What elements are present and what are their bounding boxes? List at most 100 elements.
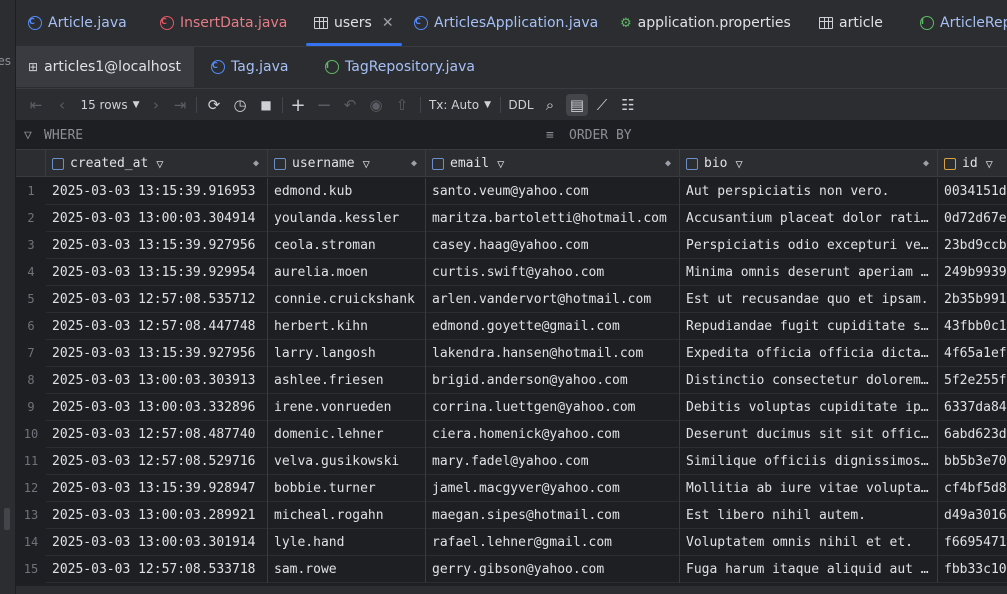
horizontal-scrollbar[interactable] bbox=[16, 586, 1007, 594]
table-cell-id[interactable]: 6337da84 bbox=[938, 394, 1007, 421]
table-cell-username[interactable]: connie.cruickshank bbox=[268, 286, 426, 313]
revert-icon[interactable]: ↶ bbox=[340, 89, 360, 121]
tab-articlesapplication-java[interactable]: C ArticlesApplication.java bbox=[414, 0, 598, 46]
filter-icon[interactable]: ▽ bbox=[363, 157, 370, 171]
table-cell-username[interactable]: bobbie.turner bbox=[268, 475, 426, 502]
filter-icon[interactable]: ▽ bbox=[986, 157, 993, 171]
table-cell-email[interactable]: ciera.homenick@yahoo.com bbox=[426, 421, 680, 448]
table-cell-created-at[interactable]: 2025-03-03 13:00:03.304914 bbox=[46, 205, 268, 232]
table-cell-created-at[interactable]: 2025-03-03 13:00:03.301914 bbox=[46, 529, 268, 556]
table-cell-bio[interactable]: Aut perspiciatis non vero. bbox=[680, 178, 938, 205]
previous-page-icon[interactable]: ‹ bbox=[52, 89, 72, 121]
table-cell-username[interactable]: domenic.lehner bbox=[268, 421, 426, 448]
last-page-icon[interactable]: ⇥ bbox=[170, 89, 190, 121]
first-page-icon[interactable]: ⇤ bbox=[26, 89, 46, 121]
column-header-username[interactable]: username ▽ ◆ bbox=[268, 150, 426, 177]
table-cell-bio[interactable]: Perspiciatis odio excepturi ve… bbox=[680, 232, 938, 259]
sort-icon[interactable]: ◆ bbox=[665, 158, 671, 169]
table-cell-id[interactable]: cf4bf5d8 bbox=[938, 475, 1007, 502]
order-by-input[interactable]: ORDER BY bbox=[569, 128, 632, 143]
table-cell-username[interactable]: larry.langosh bbox=[268, 340, 426, 367]
table-cell-username[interactable]: edmond.kub bbox=[268, 178, 426, 205]
table-cell-username[interactable]: herbert.kihn bbox=[268, 313, 426, 340]
table-cell-bio[interactable]: Voluptatem omnis nihil et et. bbox=[680, 529, 938, 556]
tab-tagrepository-java[interactable]: I TagRepository.java bbox=[325, 47, 475, 87]
table-cell-created-at[interactable]: 2025-03-03 12:57:08.487740 bbox=[46, 421, 268, 448]
table-cell-id[interactable]: 6abd623d bbox=[938, 421, 1007, 448]
view-mode-icon[interactable]: ▤ bbox=[566, 94, 588, 116]
table-cell-id[interactable]: 0d72d67e bbox=[938, 205, 1007, 232]
table-cell-email[interactable]: rafael.lehner@gmail.com bbox=[426, 529, 680, 556]
table-cell-created-at[interactable]: 2025-03-03 13:15:39.927956 bbox=[46, 340, 268, 367]
table-cell-bio[interactable]: Repudiandae fugit cupiditate s… bbox=[680, 313, 938, 340]
table-cell-created-at[interactable]: 2025-03-03 12:57:08.535712 bbox=[46, 286, 268, 313]
table-cell-username[interactable]: velva.gusikowski bbox=[268, 448, 426, 475]
ddl-button[interactable]: DDL bbox=[506, 89, 536, 121]
table-cell-username[interactable]: ashlee.friesen bbox=[268, 367, 426, 394]
table-row[interactable]: 14 2025-03-03 13:00:03.301914 lyle.hand raf… bbox=[16, 529, 1007, 556]
table-cell-created-at[interactable]: 2025-03-03 13:00:03.332896 bbox=[46, 394, 268, 421]
filter-icon[interactable]: ▽ bbox=[497, 157, 504, 171]
table-cell-bio[interactable]: Minima omnis deserunt aperiam … bbox=[680, 259, 938, 286]
sort-icon[interactable]: ◆ bbox=[923, 158, 929, 169]
settings-icon[interactable]: ☷ bbox=[618, 89, 638, 121]
where-filter-input[interactable]: WHERE bbox=[44, 128, 83, 143]
sort-icon[interactable]: ◆ bbox=[253, 158, 259, 169]
table-cell-email[interactable]: corrina.luettgen@yahoo.com bbox=[426, 394, 680, 421]
stop-icon[interactable]: ■ bbox=[256, 89, 276, 121]
table-row[interactable]: 2 2025-03-03 13:00:03.304914 youlanda.kess… bbox=[16, 205, 1007, 232]
table-cell-id[interactable]: d49a3016 bbox=[938, 502, 1007, 529]
table-row[interactable]: 5 2025-03-03 12:57:08.535712 connie.cruick… bbox=[16, 286, 1007, 313]
table-cell-bio[interactable]: Mollitia ab iure vitae volupta… bbox=[680, 475, 938, 502]
table-cell-bio[interactable]: Est libero nihil autem. bbox=[680, 502, 938, 529]
table-cell-id[interactable]: 2b35b991 bbox=[938, 286, 1007, 313]
column-header-bio[interactable]: bio ▽ ◆ bbox=[680, 150, 938, 177]
table-row[interactable]: 3 2025-03-03 13:15:39.927956 ceola.stroman… bbox=[16, 232, 1007, 259]
table-row[interactable]: 4 2025-03-03 13:15:39.929954 aurelia.moen c… bbox=[16, 259, 1007, 286]
table-cell-bio[interactable]: Fuga harum itaque aliquid aut … bbox=[680, 556, 938, 583]
table-cell-email[interactable]: mary.fadel@yahoo.com bbox=[426, 448, 680, 475]
delete-row-icon[interactable]: − bbox=[314, 89, 334, 121]
table-cell-email[interactable]: arlen.vandervort@hotmail.com bbox=[426, 286, 680, 313]
table-row[interactable]: 11 2025-03-03 12:57:08.529716 velva.gusiko… bbox=[16, 448, 1007, 475]
table-cell-created-at[interactable]: 2025-03-03 13:00:03.289921 bbox=[46, 502, 268, 529]
table-cell-bio[interactable]: Accusantium placeat dolor rati… bbox=[680, 205, 938, 232]
table-row[interactable]: 8 2025-03-03 13:00:03.303913 ashlee.friese… bbox=[16, 367, 1007, 394]
table-cell-created-at[interactable]: 2025-03-03 12:57:08.533718 bbox=[46, 556, 268, 583]
table-cell-id[interactable]: 249b9939 bbox=[938, 259, 1007, 286]
tab-article[interactable]: article bbox=[819, 0, 883, 46]
table-cell-id[interactable]: 4f65a1ef bbox=[938, 340, 1007, 367]
table-row[interactable]: 10 2025-03-03 12:57:08.487740 domenic.lehn… bbox=[16, 421, 1007, 448]
table-cell-email[interactable]: jamel.macgyver@yahoo.com bbox=[426, 475, 680, 502]
table-cell-created-at[interactable]: 2025-03-03 13:15:39.916953 bbox=[46, 178, 268, 205]
refresh-icon[interactable]: ⟳ bbox=[204, 89, 224, 121]
tab-tag-java[interactable]: C Tag.java bbox=[211, 47, 288, 87]
table-cell-bio[interactable]: Deserunt ducimus sit sit offic… bbox=[680, 421, 938, 448]
sort-icon[interactable]: ◆ bbox=[411, 158, 417, 169]
table-cell-id[interactable]: 0034151d bbox=[938, 178, 1007, 205]
table-cell-username[interactable]: ceola.stroman bbox=[268, 232, 426, 259]
scroll-handle[interactable] bbox=[4, 508, 10, 530]
table-cell-email[interactable]: maritza.bartoletti@hotmail.com bbox=[426, 205, 680, 232]
table-cell-email[interactable]: santo.veum@yahoo.com bbox=[426, 178, 680, 205]
table-cell-username[interactable]: lyle.hand bbox=[268, 529, 426, 556]
table-cell-bio[interactable]: Similique officiis dignissimos… bbox=[680, 448, 938, 475]
table-cell-bio[interactable]: Expedita officia officia dicta… bbox=[680, 340, 938, 367]
table-cell-email[interactable]: edmond.goyette@gmail.com bbox=[426, 313, 680, 340]
tab-insertdata-java[interactable]: C InsertData.java bbox=[160, 0, 287, 46]
preview-icon[interactable]: ◉ bbox=[366, 89, 386, 121]
add-row-icon[interactable]: + bbox=[288, 89, 308, 121]
column-header-created-at[interactable]: created_at ▽ ◆ bbox=[46, 150, 268, 177]
table-cell-id[interactable]: f6695471 bbox=[938, 529, 1007, 556]
table-cell-bio[interactable]: Distinctio consectetur dolorem… bbox=[680, 367, 938, 394]
column-header-email[interactable]: email ▽ ◆ bbox=[426, 150, 680, 177]
table-cell-username[interactable]: aurelia.moen bbox=[268, 259, 426, 286]
table-row[interactable]: 7 2025-03-03 13:15:39.927956 larry.langosh… bbox=[16, 340, 1007, 367]
table-cell-bio[interactable]: Est ut recusandae quo et ipsam. bbox=[680, 286, 938, 313]
submit-icon[interactable]: ⇧ bbox=[392, 89, 412, 121]
table-cell-email[interactable]: lakendra.hansen@hotmail.com bbox=[426, 340, 680, 367]
search-icon[interactable]: ⌕ bbox=[540, 89, 560, 121]
transaction-mode-select[interactable]: Tx: Auto ▼ bbox=[428, 89, 492, 121]
table-cell-id[interactable]: fbb33c10 bbox=[938, 556, 1007, 583]
filter-icon[interactable]: ▽ bbox=[156, 157, 163, 171]
